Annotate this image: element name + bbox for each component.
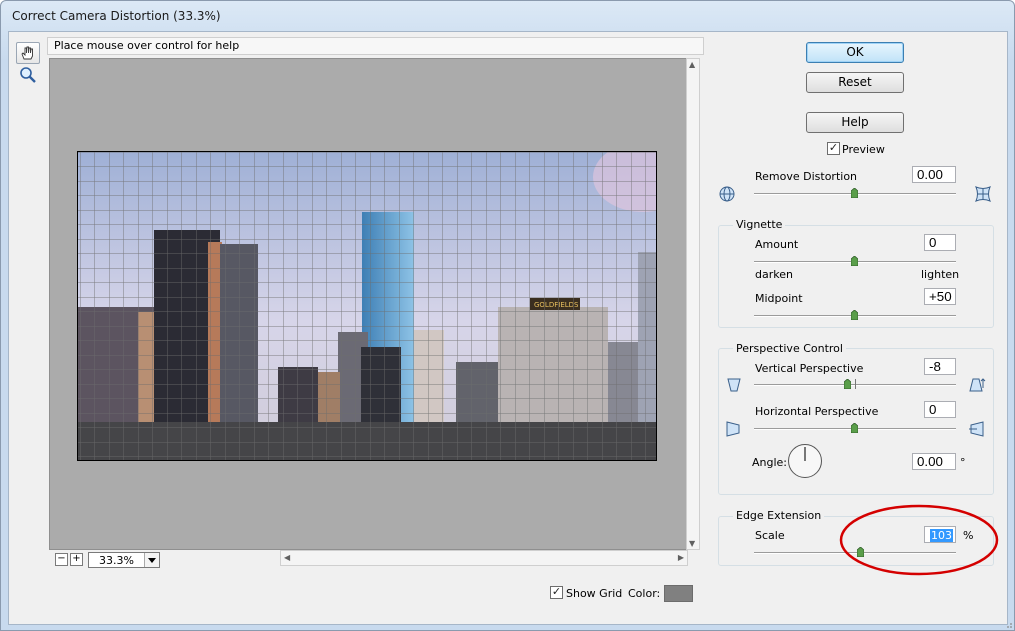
vertical-perspective-top-button[interactable] — [968, 376, 986, 394]
remove-distortion-slider-thumb[interactable] — [851, 188, 858, 198]
vignette-midpoint-field[interactable] — [924, 288, 956, 305]
hand-tool-button[interactable] — [16, 42, 40, 64]
angle-dial[interactable] — [787, 443, 823, 479]
scroll-left-icon[interactable]: ◀ — [284, 553, 290, 562]
horizontal-perspective-right-icon — [969, 421, 984, 437]
horizontal-perspective-slider-thumb[interactable] — [851, 423, 858, 433]
show-grid-checkbox[interactable]: ✓ — [550, 586, 563, 599]
zoom-level-value: 33.3% — [99, 554, 134, 567]
help-hint-bar: Place mouse over control for help — [47, 37, 704, 55]
scroll-down-icon[interactable]: ▼ — [689, 539, 695, 548]
zoom-dropdown-button[interactable] — [144, 553, 159, 567]
hand-icon — [21, 46, 33, 60]
edge-extension-title: Edge Extension — [733, 509, 825, 522]
vertical-perspective-slider-thumb[interactable] — [844, 379, 851, 389]
remove-distortion-label: Remove Distortion — [755, 170, 858, 183]
resize-gripper-icon[interactable] — [1005, 621, 1013, 629]
vertical-perspective-label: Vertical Perspective — [755, 362, 864, 375]
help-button[interactable]: Help — [806, 112, 904, 133]
remove-distortion-barrel-button[interactable] — [718, 185, 736, 203]
vertical-perspective-bottom-icon — [727, 378, 741, 392]
zoom-icon — [20, 67, 36, 83]
chevron-down-icon — [148, 558, 156, 563]
horizontal-perspective-left-icon — [726, 421, 740, 437]
scale-label: Scale — [755, 529, 785, 542]
zoom-in-button[interactable]: + — [70, 553, 83, 566]
horizontal-scrollbar[interactable]: ◀ ▶ — [280, 550, 688, 566]
angle-label: Angle: — [752, 456, 788, 469]
grid-color-label: Color: — [628, 587, 661, 600]
horizontal-perspective-left-button[interactable] — [725, 420, 743, 438]
window-title: Correct Camera Distortion (33.3%) — [12, 9, 221, 23]
horizontal-perspective-right-button[interactable] — [967, 420, 985, 438]
vignette-title: Vignette — [733, 218, 786, 231]
vignette-midpoint-slider-thumb[interactable] — [851, 310, 858, 320]
vertical-scrollbar[interactable]: ▲ ▼ — [686, 58, 700, 550]
perspective-control-title: Perspective Control — [733, 342, 846, 355]
help-hint-text: Place mouse over control for help — [54, 39, 240, 52]
vignette-amount-field[interactable] — [924, 234, 956, 251]
vertical-perspective-center-tick — [855, 379, 856, 389]
grid-color-swatch[interactable] — [664, 585, 693, 602]
horizontal-perspective-field[interactable] — [924, 401, 956, 418]
zoom-level-select[interactable]: 33.3% — [88, 552, 160, 568]
annotation-ellipse — [839, 504, 999, 576]
vignette-darken-label: darken — [755, 268, 793, 281]
scroll-up-icon[interactable]: ▲ — [689, 60, 695, 69]
barrel-icon — [719, 186, 735, 202]
preview-image: GOLDFIELDS — [77, 151, 657, 461]
angle-field[interactable] — [912, 453, 956, 470]
ok-button[interactable]: OK — [806, 42, 904, 63]
zoom-tool-button[interactable] — [18, 65, 38, 85]
angle-unit: ° — [960, 456, 966, 469]
vertical-perspective-top-icon — [969, 378, 986, 392]
remove-distortion-field[interactable] — [912, 166, 956, 183]
vertical-perspective-field[interactable] — [924, 358, 956, 375]
vertical-perspective-bottom-button[interactable] — [726, 376, 742, 394]
preview-label: Preview — [842, 143, 885, 156]
zoom-out-button[interactable]: − — [55, 553, 68, 566]
scroll-right-icon[interactable]: ▶ — [678, 553, 684, 562]
remove-distortion-pincushion-button[interactable] — [974, 185, 992, 203]
preview-checkbox[interactable]: ✓ — [827, 142, 840, 155]
show-grid-label: Show Grid — [566, 587, 623, 600]
vignette-amount-slider-thumb[interactable] — [851, 256, 858, 266]
vignette-midpoint-label: Midpoint — [755, 292, 803, 305]
vignette-lighten-label: lighten — [921, 268, 960, 281]
vignette-amount-label: Amount — [755, 238, 799, 251]
pincushion-icon — [975, 186, 991, 202]
horizontal-perspective-label: Horizontal Perspective — [755, 405, 879, 418]
reset-button[interactable]: Reset — [806, 72, 904, 93]
